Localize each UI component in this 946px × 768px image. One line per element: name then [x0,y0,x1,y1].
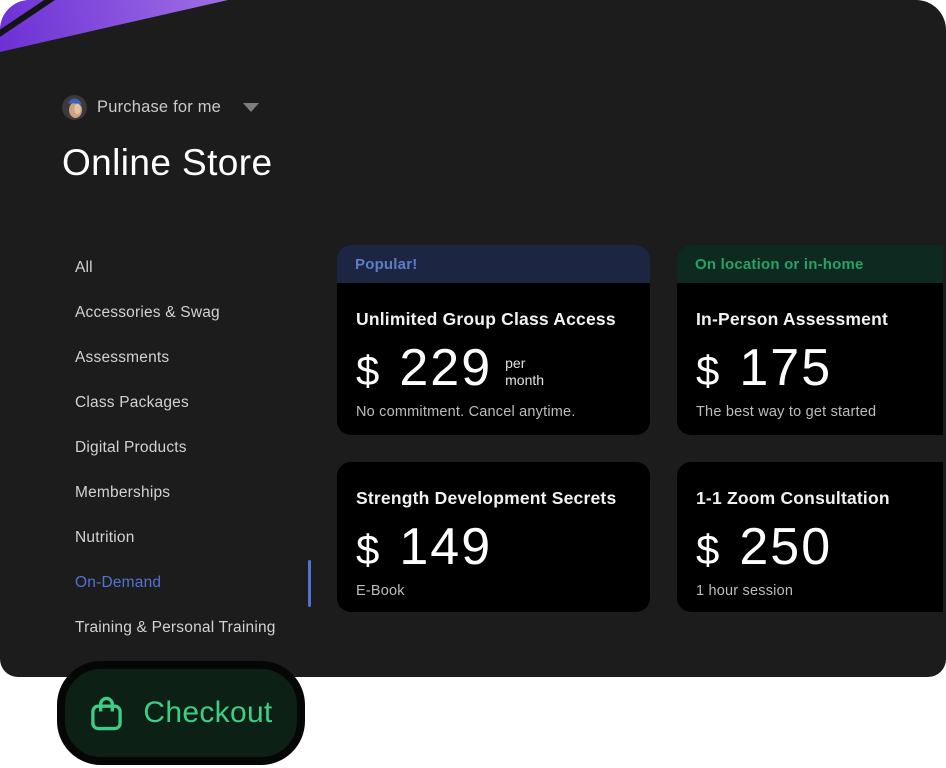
product-card-in-person-assessment[interactable]: On location or in-home In-Person Assessm… [677,245,943,435]
product-card-unlimited-group-class-access[interactable]: Popular! Unlimited Group Class Access $ … [337,245,650,435]
account-switcher-label: Purchase for me [97,98,222,116]
billing-period-line2: month [505,371,545,388]
card-body: In-Person Assessment $ 175 The best way … [677,283,943,420]
product-title: In-Person Assessment [696,309,889,329]
screenshot-frame: Purchase for me Online Store All Accesso… [0,0,946,768]
sidebar-item-training-personal-training[interactable]: Training & Personal Training [75,605,305,650]
product-price: $ 250 [696,521,943,574]
currency-symbol: $ [696,347,720,394]
checkout-button[interactable]: Checkout [57,661,305,765]
category-sidebar: All Accessories & Swag Assessments Class… [75,245,305,650]
avatar [62,95,87,120]
product-subtext: 1 hour session [696,583,794,599]
sidebar-item-on-demand[interactable]: On-Demand [75,560,305,605]
price-amount: 250 [739,518,833,576]
card-body: Unlimited Group Class Access $ 229 per m… [337,283,650,420]
product-subtext: E-Book [356,583,405,599]
product-card-strength-development-secrets[interactable]: Strength Development Secrets $ 149 E-Boo… [337,462,650,612]
sidebar-item-assessments[interactable]: Assessments [75,335,305,380]
currency-symbol: $ [356,347,380,394]
currency-symbol: $ [356,526,380,573]
currency-symbol: $ [696,526,720,573]
location-badge: On location or in-home [677,245,943,283]
product-title: Strength Development Secrets [356,488,617,508]
shopping-bag-icon [91,696,123,731]
store-panel: Purchase for me Online Store All Accesso… [0,0,946,677]
price-amount: 229 [399,339,493,397]
product-price: $ 149 [356,521,632,574]
sidebar-item-accessories-swag[interactable]: Accessories & Swag [75,290,305,335]
price-amount: 149 [399,518,493,576]
billing-period-line1: per [505,354,526,371]
sidebar-item-class-packages[interactable]: Class Packages [75,380,305,425]
product-subtext: No commitment. Cancel anytime. [356,404,576,420]
product-title: Unlimited Group Class Access [356,309,616,329]
card-body: Strength Development Secrets $ 149 E-Boo… [337,462,650,599]
checkout-label: Checkout [143,696,273,729]
active-category-indicator [308,560,311,607]
price-amount: 175 [739,339,833,397]
chevron-down-icon [243,103,260,112]
card-body: 1-1 Zoom Consultation $ 250 1 hour sessi… [677,462,943,599]
sidebar-item-nutrition[interactable]: Nutrition [75,515,305,560]
billing-period: per month [505,355,544,389]
purple-ribbon-decoration [0,0,228,52]
account-switcher[interactable]: Purchase for me [62,95,260,120]
product-price: $ 175 [696,342,943,395]
product-price: $ 229 per month [356,342,632,395]
popular-badge: Popular! [337,245,650,283]
sidebar-item-all[interactable]: All [75,245,305,290]
page-title: Online Store [62,142,273,183]
product-grid: Popular! Unlimited Group Class Access $ … [337,245,943,612]
product-card-1-1-zoom-consultation[interactable]: 1-1 Zoom Consultation $ 250 1 hour sessi… [677,462,943,612]
product-subtext: The best way to get started [696,404,877,420]
sidebar-item-memberships[interactable]: Memberships [75,470,305,515]
product-title: 1-1 Zoom Consultation [696,488,890,508]
sidebar-item-digital-products[interactable]: Digital Products [75,425,305,470]
